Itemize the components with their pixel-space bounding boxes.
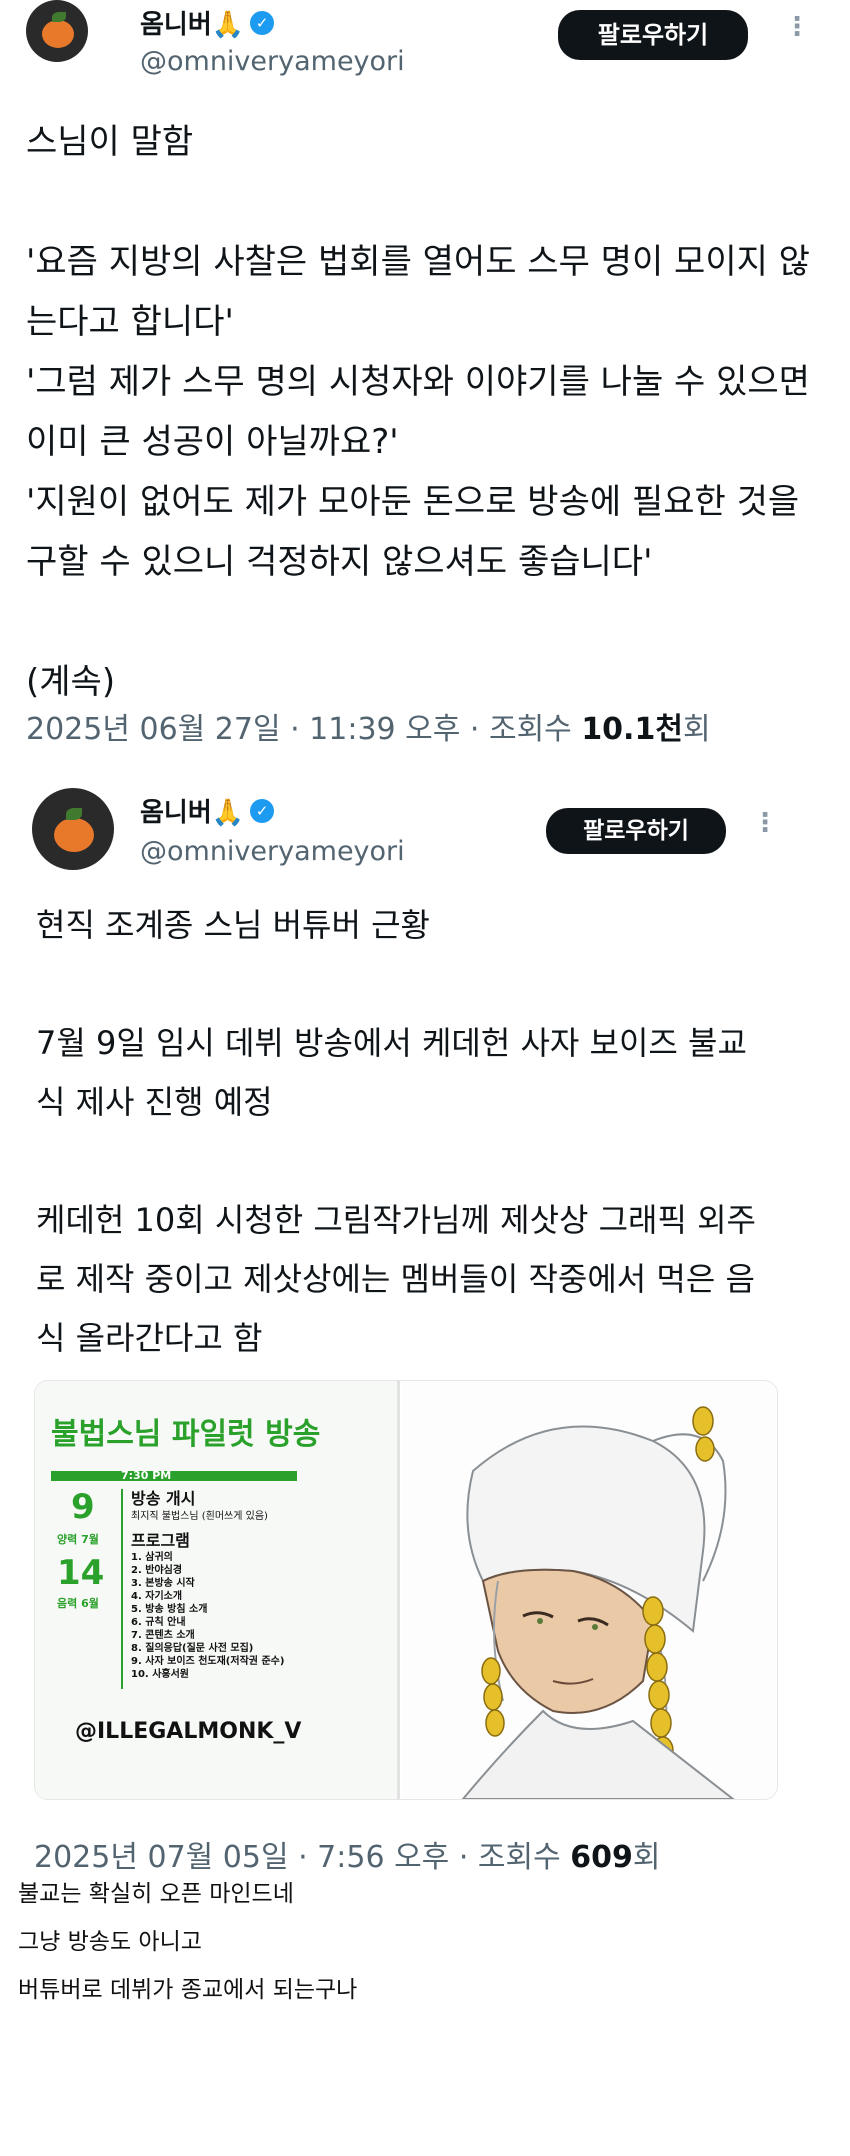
verified-badge-icon: ✓: [250, 10, 275, 35]
comment-line: 그냥 방송도 아니고: [18, 1929, 202, 1955]
avatar[interactable]: [32, 788, 114, 870]
program-item: 7. 콘텐츠 소개: [131, 1630, 195, 1641]
follow-button[interactable]: 팔로우하기: [546, 808, 726, 854]
more-options-icon[interactable]: ⋮: [752, 810, 778, 836]
more-options-icon[interactable]: ⋮: [784, 14, 810, 40]
verified-badge-icon: ✓: [250, 798, 275, 823]
program-item: 5. 방송 방침 소개: [131, 1604, 208, 1615]
program-item: 6. 규칙 안내: [131, 1617, 186, 1628]
program-item: 9. 사자 보이즈 천도재(저작권 준수): [131, 1656, 285, 1667]
comment-block: 불교는 확실히 오픈 마인드네 그냥 방송도 아니고 버튜버로 데뷔가 종교에서…: [18, 1870, 357, 2014]
tweet-timestamp[interactable]: 2025년 06월 27일 · 11:39 오후 · 조회수: [26, 712, 581, 747]
poster-program-label: 프로그램: [131, 1531, 190, 1550]
display-name[interactable]: 옴니버🙏 ✓: [140, 792, 275, 829]
display-name-text: 옴니버🙏: [140, 10, 245, 40]
poster-day-2: 14: [57, 1553, 105, 1593]
poster-time: 7:30 PM: [121, 1469, 172, 1482]
card-separator: [397, 1381, 400, 1799]
broadcast-poster: 불법스님 파일럿 방송 7:30 PM 9 양력 7월 14 음력 6월 방송 …: [35, 1381, 400, 1799]
program-item: 3. 본방송 시작: [131, 1578, 195, 1589]
program-item: 1. 삼귀의: [131, 1552, 173, 1563]
monk-character-image: [461, 1406, 735, 1799]
view-count-unit: 회: [682, 712, 711, 747]
program-item: 8. 질의응답(질문 사전 모집): [131, 1643, 254, 1654]
poster-title: 불법스님 파일럿 방송: [51, 1417, 321, 1452]
display-name[interactable]: 옴니버🙏 ✓: [140, 4, 275, 41]
follow-button[interactable]: 팔로우하기: [558, 10, 748, 60]
poster-show-sub: 최지직 불법스님 (흰머쓰게 있음): [131, 1511, 268, 1522]
view-count-unit: 회: [632, 1840, 661, 1875]
program-item: 4. 자기소개: [131, 1591, 183, 1602]
tweet-meta: 2025년 06월 27일 · 11:39 오후 · 조회수 10.1천회: [26, 704, 711, 748]
poster-month-1: 양력 7월: [57, 1533, 99, 1546]
poster-divider: [121, 1489, 123, 1689]
tweet-text: 현직 조계종 스님 버튜버 근황 7월 9일 임시 데뷔 방송에서 케데헌 사자…: [36, 906, 756, 1357]
handle[interactable]: @omniveryameyori: [140, 836, 405, 867]
poster-show-title: 방송 개시: [131, 1489, 196, 1508]
avatar[interactable]: [26, 0, 88, 62]
monk-illustration: [403, 1381, 777, 1799]
view-count: 10.1천: [581, 712, 683, 747]
comment-line: 불교는 확실히 오픈 마인드네: [18, 1881, 294, 1907]
view-count: 609: [570, 1840, 633, 1875]
tweet-text: 스님이 말함 '요즘 지방의 사찰은 법회를 열어도 스무 명이 모이지 않는다…: [26, 122, 810, 702]
program-item: 10. 사홍서원: [131, 1669, 189, 1680]
poster-program-list: 1. 삼귀의 2. 반야심경 3. 본방송 시작 4. 자기소개 5. 방송 방…: [131, 1551, 284, 1681]
display-name-text: 옴니버🙏: [140, 798, 245, 828]
poster-month-2: 음력 6월: [57, 1597, 99, 1610]
comment-line: 버튜버로 데뷔가 종교에서 되는구나: [18, 1977, 358, 2003]
poster-channel: @ILLEGALMONK_V: [75, 1719, 302, 1744]
media-card[interactable]: 불법스님 파일럿 방송 7:30 PM 9 양력 7월 14 음력 6월 방송 …: [34, 1380, 778, 1800]
handle[interactable]: @omniveryameyori: [140, 46, 405, 77]
poster-bar: [51, 1471, 297, 1481]
program-item: 2. 반야심경: [131, 1565, 183, 1576]
poster-day-1: 9: [71, 1487, 95, 1527]
